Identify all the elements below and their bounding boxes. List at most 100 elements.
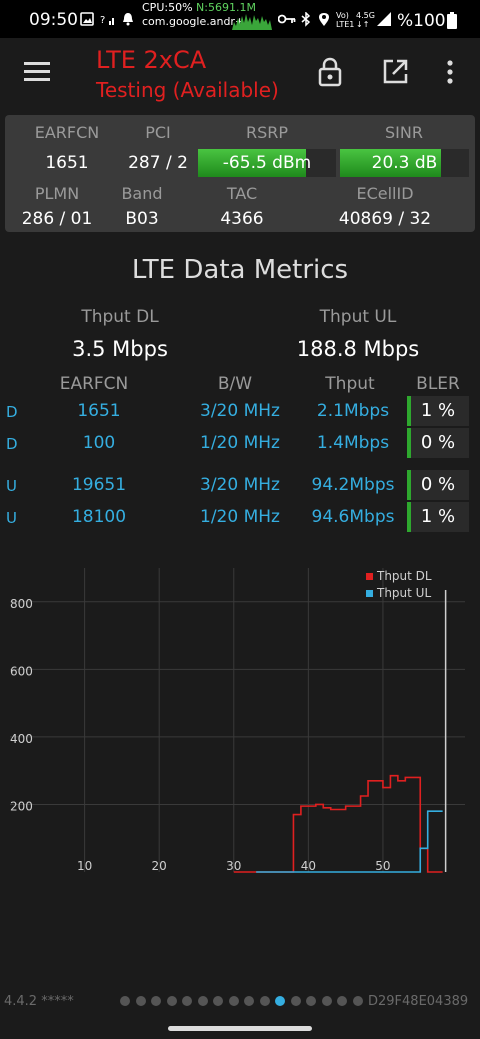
- carrier-throughput: 94.2Mbps: [311, 475, 395, 495]
- page-dot[interactable]: [306, 996, 316, 1006]
- page-dot[interactable]: [275, 996, 285, 1006]
- carrier-throughput: 2.1Mbps: [316, 401, 390, 421]
- page-dot[interactable]: [197, 996, 208, 1006]
- volte-indicator: Vo) LTE1: [336, 11, 355, 29]
- carrier-throughput: 1.4Mbps: [316, 433, 390, 453]
- carrier-throughput: 94.6Mbps: [311, 507, 395, 527]
- x-tick-label: 30: [226, 859, 241, 873]
- column-thput: Thput: [325, 374, 375, 394]
- carrier-bler-cell: 0 %: [407, 428, 469, 458]
- band-header: Band: [121, 184, 163, 203]
- legend-swatch: [366, 573, 373, 580]
- series-line: [233, 774, 443, 873]
- plmn-header: PLMN: [34, 184, 80, 203]
- menu-icon[interactable]: [24, 60, 52, 82]
- svg-text:?: ?: [100, 15, 105, 26]
- ecellid-header: ECellID: [356, 184, 414, 203]
- page-dot[interactable]: [151, 996, 161, 1006]
- carrier-earfcn: 18100: [71, 507, 127, 527]
- carrier-bler-cell: 0 %: [407, 470, 469, 500]
- sinr-meter: 20.3 dB: [340, 149, 469, 177]
- x-tick-label: 50: [375, 859, 390, 873]
- metrics-title: LTE Data Metrics: [131, 255, 349, 285]
- app-version: 4.4.2 *****: [4, 994, 74, 1009]
- sinr-header: SINR: [385, 123, 423, 142]
- status-time: 09:50: [29, 10, 78, 30]
- sinr-value: 20.3 dB: [371, 153, 438, 173]
- carrier-direction: D: [6, 435, 18, 453]
- carrier-bler: 1 %: [420, 400, 456, 421]
- netspeed-graph-icon: [232, 8, 272, 30]
- page-dot[interactable]: [182, 996, 192, 1006]
- page-dot[interactable]: [352, 996, 363, 1006]
- device-id: D29F48E04389: [368, 994, 469, 1009]
- series-line: [256, 810, 443, 873]
- vpn-key-icon: [277, 13, 296, 29]
- page-dot[interactable]: [290, 996, 301, 1006]
- carrier-direction: U: [6, 477, 17, 495]
- open-external-icon[interactable]: [382, 59, 408, 85]
- lock-icon[interactable]: [318, 57, 344, 87]
- column-earfcn: EARFCN: [59, 374, 129, 394]
- page-dot[interactable]: [259, 996, 270, 1006]
- legend-swatch: [366, 590, 373, 597]
- earfcn-value: 1651: [45, 153, 89, 173]
- legend-label: Thput DL: [376, 569, 432, 583]
- gesture-nav-bar[interactable]: [168, 1026, 312, 1031]
- carrier-bandwidth: 3/20 MHz: [200, 401, 280, 421]
- earfcn-header: EARFCN: [34, 123, 100, 142]
- page-dot[interactable]: [120, 996, 130, 1006]
- thput-dl-label: Thput DL: [81, 307, 159, 327]
- ecellid-value: 40869 / 32: [338, 209, 432, 229]
- plmn-value: 286 / 01: [21, 209, 93, 229]
- thput-ul-value: 188.8 Mbps: [296, 337, 420, 361]
- network-type-indicator: 4.5G ↓↑: [356, 11, 375, 29]
- y-tick-label: 800: [10, 597, 33, 611]
- gallery-icon: [80, 12, 94, 30]
- column-bw: B/W: [217, 374, 253, 394]
- carrier-earfcn: 1651: [77, 401, 121, 421]
- x-tick-label: 10: [77, 859, 92, 873]
- page-dot[interactable]: [166, 996, 177, 1006]
- carrier-bandwidth: 1/20 MHz: [200, 507, 280, 527]
- battery-level: %100: [397, 11, 446, 31]
- more-options-icon[interactable]: [446, 60, 454, 84]
- carrier-bler: 0 %: [420, 432, 456, 453]
- y-tick-label: 400: [10, 732, 33, 746]
- carrier-earfcn: 100: [82, 433, 116, 453]
- page-subtitle: Testing (Available): [96, 78, 279, 102]
- pci-value: 287 / 2: [128, 153, 188, 173]
- carrier-direction: D: [6, 403, 18, 421]
- page-dot[interactable]: [213, 996, 223, 1006]
- battery-icon: [447, 12, 457, 33]
- chart-series: [233, 774, 443, 873]
- carrier-bandwidth: 1/20 MHz: [200, 433, 280, 453]
- page-dot[interactable]: [228, 996, 239, 1006]
- carrier-bler-cell: 1 %: [407, 502, 469, 532]
- chart-grid: [10, 568, 465, 872]
- chart-legend: Thput DL Thput UL: [366, 569, 432, 600]
- carrier-direction: U: [6, 509, 17, 527]
- page-title: LTE 2xCA: [96, 46, 207, 74]
- carrier-earfcn: 19651: [71, 475, 127, 495]
- signal-strength-icon: [376, 11, 392, 31]
- throughput-chart: 200 400 600 800 10 20 30 40 50 Thput DL Thput UL: [10, 568, 465, 873]
- package-name: com.google.andr+: [142, 15, 245, 28]
- pci-header: PCI: [145, 123, 171, 142]
- band-value: B03: [125, 209, 159, 229]
- legend-label: Thput UL: [376, 586, 431, 600]
- y-tick-label: 200: [10, 799, 33, 813]
- page-dot[interactable]: [337, 996, 347, 1006]
- carrier-bler-cell: 1 %: [407, 396, 469, 426]
- notification-bell-icon: [122, 12, 134, 30]
- bluetooth-icon: [301, 11, 311, 31]
- rsrp-header: RSRP: [245, 123, 289, 142]
- page-dot[interactable]: [321, 996, 332, 1006]
- chart-y-axis: 200 400 600 800: [10, 597, 33, 814]
- page-dot[interactable]: [244, 996, 254, 1006]
- rsrp-meter: -65.5 dBm: [198, 149, 336, 177]
- location-icon: [318, 12, 330, 31]
- chart-x-axis: 10 20 30 40 50: [77, 859, 391, 873]
- page-dot[interactable]: [135, 996, 146, 1006]
- x-tick-label: 20: [152, 859, 167, 873]
